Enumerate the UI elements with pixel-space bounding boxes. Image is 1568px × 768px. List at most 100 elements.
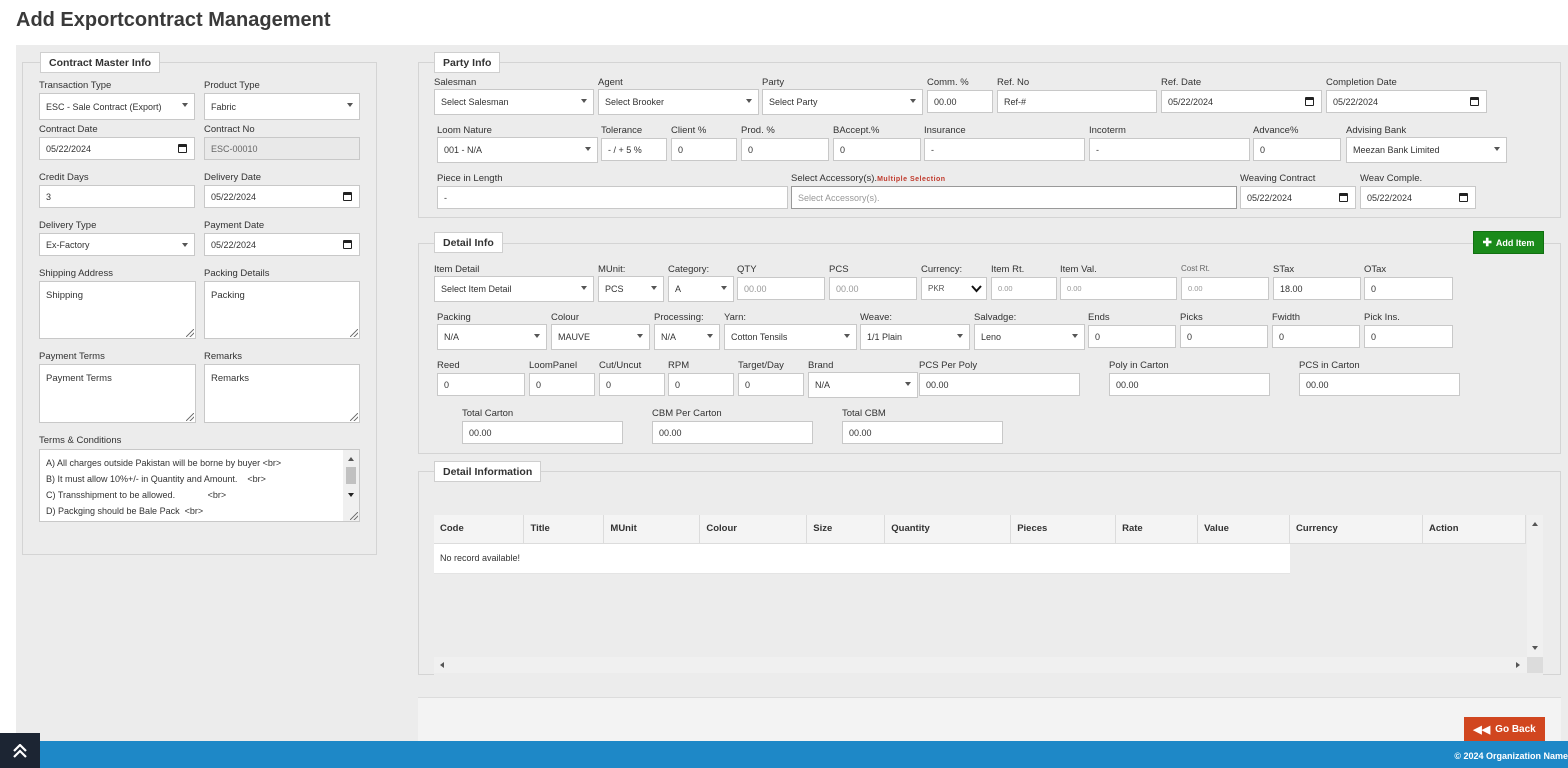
colour-select[interactable]: MAUVE	[551, 324, 650, 350]
delivery-date-input[interactable]: 05/22/2024	[204, 185, 360, 208]
resize-grip-icon[interactable]	[350, 413, 358, 421]
calendar-icon[interactable]	[343, 192, 352, 201]
weaving-contract-input[interactable]: 05/22/2024	[1240, 186, 1356, 209]
resize-grip-icon[interactable]	[186, 329, 194, 337]
table-vertical-scrollbar[interactable]	[1527, 515, 1543, 660]
currency-select[interactable]: PKR	[921, 277, 987, 300]
payment-terms-textarea[interactable]: Payment Terms	[39, 364, 196, 423]
scroll-to-top-button[interactable]	[0, 733, 40, 768]
cost-rt-input[interactable]: 0.00	[1181, 277, 1269, 300]
pick-ins-input[interactable]: 0	[1364, 325, 1453, 348]
column-header[interactable]: Currency	[1289, 515, 1423, 544]
column-header[interactable]: Rate	[1115, 515, 1199, 544]
prod-pct-input[interactable]: 0	[741, 138, 829, 161]
processing-select[interactable]: N/A	[654, 324, 720, 350]
calendar-icon[interactable]	[1459, 193, 1468, 202]
baccept-input[interactable]: 0	[833, 138, 921, 161]
piece-length-input[interactable]: -	[437, 186, 788, 209]
column-header[interactable]: Pieces	[1010, 515, 1117, 544]
add-item-button[interactable]: ✚ Add Item	[1473, 231, 1544, 254]
item-rt-input[interactable]: 0.00	[991, 277, 1057, 300]
column-header[interactable]: Code	[434, 515, 525, 544]
column-header[interactable]: Size	[806, 515, 886, 544]
advising-bank-select[interactable]: Meezan Bank Limited	[1346, 137, 1507, 163]
poly-in-carton-input[interactable]: 00.00	[1109, 373, 1270, 396]
weave-select[interactable]: 1/1 Plain	[860, 324, 970, 350]
ends-input[interactable]: 0	[1088, 325, 1176, 348]
incoterm-input[interactable]: -	[1089, 138, 1250, 161]
calendar-icon[interactable]	[1305, 97, 1314, 106]
target-day-input[interactable]: 0	[738, 373, 804, 396]
product-type-select[interactable]: Fabric	[204, 93, 360, 120]
reed-input[interactable]: 0	[437, 373, 525, 396]
item-val-input[interactable]: 0.00	[1060, 277, 1177, 300]
rpm-input[interactable]: 0	[668, 373, 734, 396]
payment-date-input[interactable]: 05/22/2024	[204, 233, 360, 256]
stax-input[interactable]: 18.00	[1273, 277, 1361, 300]
transaction-type-select[interactable]: ESC - Sale Contract (Export)	[39, 93, 195, 120]
total-carton-input[interactable]: 00.00	[462, 421, 623, 444]
remarks-textarea[interactable]: Remarks	[204, 364, 360, 423]
loom-nature-select[interactable]: 001 - N/A	[437, 137, 598, 163]
delivery-type-select[interactable]: Ex-Factory	[39, 233, 195, 256]
otax-input[interactable]: 0	[1364, 277, 1453, 300]
pick-ins-value: 0	[1371, 331, 1377, 342]
comm-label: Comm. %	[927, 77, 969, 88]
fwidth-input[interactable]: 0	[1272, 325, 1360, 348]
accessories-multiselect[interactable]: Select Accessory(s).	[791, 186, 1237, 209]
picks-input[interactable]: 0	[1180, 325, 1268, 348]
qty-input[interactable]: 00.00	[737, 277, 825, 300]
calendar-icon[interactable]	[343, 240, 352, 249]
column-header[interactable]: Colour	[699, 515, 808, 544]
category-label: Category:	[668, 264, 710, 275]
total-cbm-input[interactable]: 00.00	[842, 421, 1003, 444]
pcs-per-poly-input[interactable]: 00.00	[919, 373, 1080, 396]
category-select[interactable]: A	[668, 276, 734, 302]
cutuncut-input[interactable]: 0	[599, 373, 665, 396]
calendar-icon[interactable]	[1339, 193, 1348, 202]
column-header[interactable]: Value	[1197, 515, 1291, 544]
insurance-input[interactable]: -	[924, 138, 1085, 161]
salvadge-select[interactable]: Leno	[974, 324, 1085, 350]
packing-details-textarea[interactable]: Packing	[204, 281, 360, 339]
resize-grip-icon[interactable]	[350, 329, 358, 337]
agent-select[interactable]: Select Brooker	[598, 89, 759, 115]
brand-select[interactable]: N/A	[808, 372, 918, 398]
transaction-type-value: ESC - Sale Contract (Export)	[46, 101, 162, 112]
column-header[interactable]: MUnit	[603, 515, 701, 544]
table-horizontal-scrollbar[interactable]	[434, 657, 1527, 673]
go-back-button[interactable]: ◀◀ Go Back	[1464, 717, 1545, 742]
item-detail-select[interactable]: Select Item Detail	[434, 276, 594, 302]
footer: © 2024 Organization Name	[0, 741, 1568, 768]
contract-date-input[interactable]: 05/22/2024	[39, 137, 195, 160]
pcs-in-carton-input[interactable]: 00.00	[1299, 373, 1460, 396]
column-header[interactable]: Action	[1422, 515, 1527, 544]
party-select[interactable]: Select Party	[762, 89, 923, 115]
salesman-select[interactable]: Select Salesman	[434, 89, 594, 115]
completion-date-input[interactable]: 05/22/2024	[1326, 90, 1487, 113]
ref-no-input[interactable]: Ref-#	[997, 90, 1157, 113]
comm-input[interactable]: 00.00	[927, 90, 993, 113]
column-header[interactable]: Quantity	[884, 515, 1012, 544]
tolerance-input[interactable]: - / + 5 %	[601, 138, 667, 161]
munit-select[interactable]: PCS	[598, 276, 664, 302]
column-header[interactable]: Title	[523, 515, 605, 544]
loompanel-input[interactable]: 0	[529, 373, 595, 396]
terms-scrollbar[interactable]	[343, 450, 359, 521]
calendar-icon[interactable]	[178, 144, 187, 153]
yarn-select[interactable]: Cotton Tensils	[724, 324, 857, 350]
weav-comple-input[interactable]: 05/22/2024	[1360, 186, 1476, 209]
packing-select[interactable]: N/A	[437, 324, 547, 350]
shipping-address-textarea[interactable]: Shipping	[39, 281, 196, 339]
ref-date-input[interactable]: 05/22/2024	[1161, 90, 1322, 113]
credit-days-input[interactable]: 3	[39, 185, 195, 208]
terms-textarea[interactable]: A) All charges outside Pakistan will be …	[39, 449, 360, 522]
resize-grip-icon[interactable]	[350, 512, 358, 520]
advance-input[interactable]: 0	[1253, 138, 1341, 161]
insurance-value: -	[931, 144, 934, 155]
pcs-input[interactable]: 00.00	[829, 277, 917, 300]
calendar-icon[interactable]	[1470, 97, 1479, 106]
cbm-per-carton-input[interactable]: 00.00	[652, 421, 813, 444]
resize-grip-icon[interactable]	[186, 413, 194, 421]
client-pct-input[interactable]: 0	[671, 138, 737, 161]
